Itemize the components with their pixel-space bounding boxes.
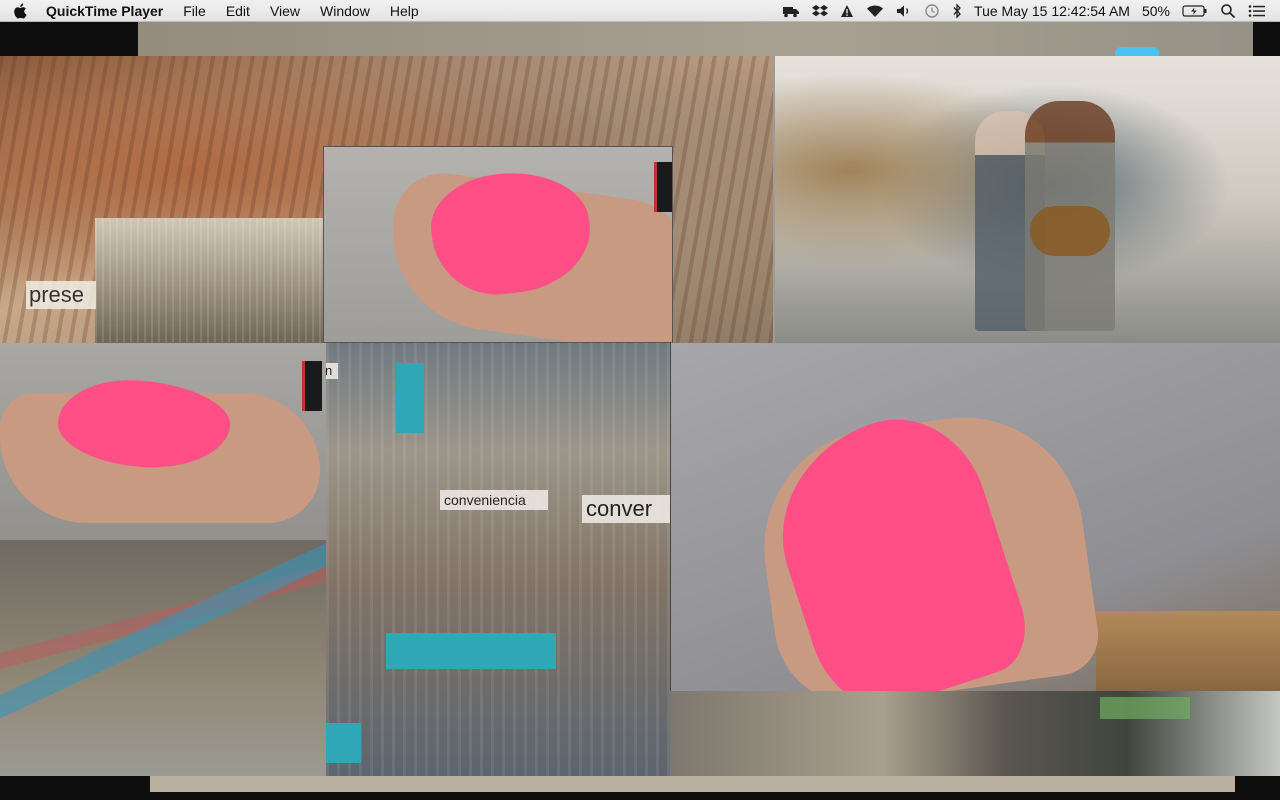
glitch-lower-left-tile [0,540,326,776]
edit-menu[interactable]: Edit [216,0,260,22]
menu-bar: QuickTime Player File Edit View Window H… [0,0,1280,22]
time-machine-icon[interactable] [924,0,940,22]
spotlight-icon[interactable] [1220,0,1236,22]
background-window-edge [150,776,1235,792]
glitch-collage-tile: n conveniencia conver [326,343,670,776]
battery-icon[interactable] [1182,0,1208,22]
book-spine [654,162,672,212]
app-menu[interactable]: QuickTime Player [40,0,173,22]
video-player-window[interactable]: prese n conveniencia conver [0,56,1280,776]
overlay-caption-conveniencia: conveniencia [440,490,548,510]
battery-percent[interactable]: 50% [1142,3,1170,19]
background-window [138,22,1253,56]
apple-menu-icon[interactable] [0,0,40,22]
overlay-caption-prese: prese [26,281,96,309]
clock[interactable]: Tue May 15 12:42:54 AM [974,3,1130,19]
bluetooth-icon[interactable] [952,0,962,22]
teal-block [386,633,556,669]
wifi-icon[interactable] [866,0,884,22]
dropbox-icon[interactable] [812,0,829,22]
truck-icon[interactable] [782,0,800,22]
overlay-caption-conver: conver [582,495,670,523]
wooden-shelf [1096,611,1280,691]
teal-block [396,363,424,433]
teal-block [326,723,361,763]
hand-squeeze-tile [670,343,1280,691]
view-menu[interactable]: View [260,0,310,22]
cave-stalactite-tile [95,218,323,343]
guitar [1030,206,1110,256]
file-menu[interactable]: File [173,0,216,22]
room-performers-tile [773,56,1280,343]
notification-center-icon[interactable] [1248,0,1266,22]
warning-icon[interactable] [840,0,854,22]
help-menu[interactable]: Help [380,0,429,22]
book-spine [302,361,322,411]
hand-clay-tile-left [0,343,326,540]
overlay-caption-n: n [326,363,338,379]
volume-icon[interactable] [896,0,912,22]
green-block [1100,697,1190,719]
hand-clay-tile-top [323,146,673,343]
glitch-bottom-strip [670,691,1280,776]
window-menu[interactable]: Window [310,0,380,22]
